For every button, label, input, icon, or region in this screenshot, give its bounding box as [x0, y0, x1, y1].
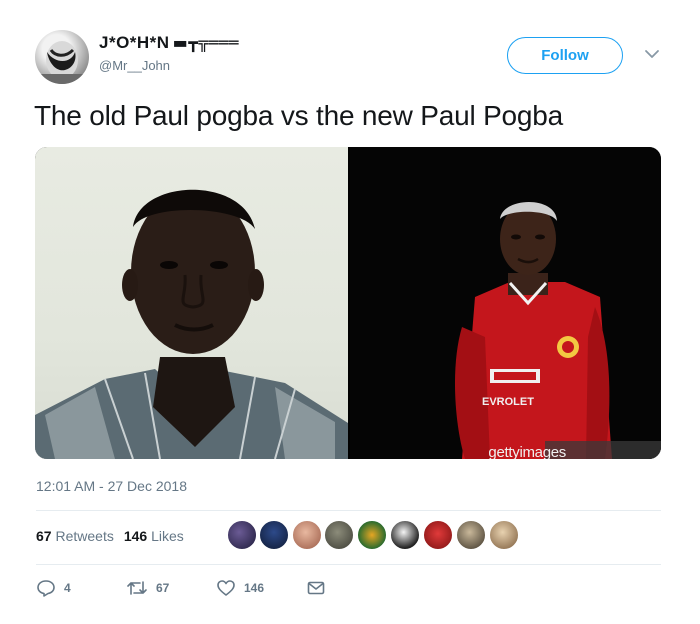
- retweet-count: 67: [156, 581, 170, 595]
- retweets-label: Retweets: [55, 528, 114, 544]
- tweet-stats: 67 Retweets 146 Likes: [36, 528, 184, 544]
- reply-action[interactable]: 4: [36, 578, 71, 598]
- divider-bottom: [36, 564, 661, 565]
- new-photo-illustration: EVROLET: [454, 202, 661, 459]
- liker-avatar[interactable]: [227, 520, 257, 550]
- envelope-icon: [307, 581, 325, 595]
- jersey-sponsor-text: EVROLET: [482, 396, 534, 408]
- old-photo-illustration: [35, 189, 348, 459]
- retweets-count: 67: [36, 528, 52, 544]
- liker-avatar[interactable]: [456, 520, 486, 550]
- heart-icon: [217, 580, 235, 596]
- liker-avatar[interactable]: [259, 520, 289, 550]
- retweets-stat[interactable]: 67 Retweets: [36, 528, 114, 544]
- retweet-action[interactable]: 67: [126, 578, 169, 598]
- likes-count: 146: [123, 528, 148, 544]
- display-name-text: J*O*H*N: [99, 33, 170, 52]
- avatar[interactable]: [35, 30, 89, 84]
- liker-avatar[interactable]: [390, 520, 420, 550]
- liker-avatar[interactable]: [357, 520, 387, 550]
- media-photo-new[interactable]: EVROLET gettyimages: [350, 147, 661, 459]
- reply-icon: [37, 580, 55, 597]
- tweet-timestamp[interactable]: 12:01 AM - 27 Dec 2018: [36, 478, 187, 494]
- media-photo-old[interactable]: [35, 147, 348, 459]
- likes-label: Likes: [151, 528, 184, 544]
- retweet-icon: [127, 581, 147, 595]
- tweet-media[interactable]: EVROLET gettyimages: [35, 147, 661, 459]
- liker-avatar[interactable]: [324, 520, 354, 550]
- display-name[interactable]: J*O*H*N ▬┳╦═══: [99, 33, 239, 53]
- liker-avatar[interactable]: [292, 520, 322, 550]
- liker-avatar[interactable]: [489, 520, 519, 550]
- liker-avatar[interactable]: [423, 520, 453, 550]
- direct-message-action[interactable]: [306, 578, 326, 598]
- like-count: 146: [244, 581, 265, 595]
- tweet-card: J*O*H*N ▬┳╦═══ @Mr__John Follow The old P…: [0, 0, 700, 624]
- display-name-decoration: ▬┳╦═══: [172, 33, 239, 52]
- divider-top: [36, 510, 661, 511]
- likes-stat[interactable]: 146 Likes: [124, 528, 184, 544]
- user-handle[interactable]: @Mr__John: [99, 58, 239, 73]
- like-action[interactable]: 146: [216, 578, 264, 598]
- follow-button[interactable]: Follow: [507, 37, 623, 74]
- tweet-text: The old Paul pogba vs the new Paul Pogba: [34, 100, 564, 131]
- avatar-image: [35, 41, 89, 84]
- user-names: J*O*H*N ▬┳╦═══ @Mr__John: [99, 33, 239, 73]
- tweet-actions: 4 67 146: [36, 578, 356, 602]
- getty-watermark: gettyimages: [488, 444, 566, 459]
- reply-count: 4: [64, 581, 71, 595]
- chevron-down-icon[interactable]: [644, 48, 660, 60]
